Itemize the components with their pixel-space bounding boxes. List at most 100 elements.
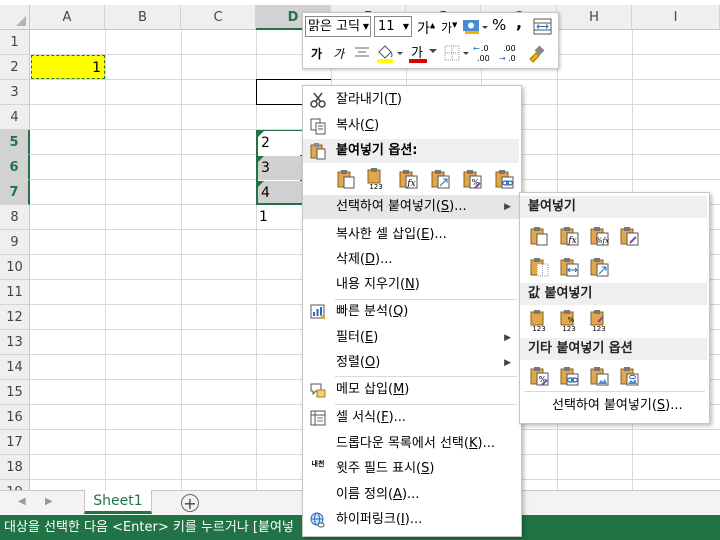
menu-item-show-phonetic[interactable]: 내천 윗주 필드 표시(S) [303, 457, 519, 481]
paste-values-number-format-icon[interactable]: % 123 [558, 310, 580, 332]
grow-font-button[interactable]: 가▲ [417, 18, 435, 38]
menu-label-insert-comment: 메모 삽입 [336, 382, 388, 397]
paste-values-source-format-icon[interactable]: 123 [588, 310, 610, 332]
menu-item-clear-contents[interactable]: 내용 지우기(N) [303, 273, 519, 297]
paste-link-icon[interactable] [493, 168, 515, 190]
percent-style-button[interactable]: % [492, 16, 506, 34]
add-sheet-icon[interactable]: + [181, 494, 199, 512]
paste-formulas-icon[interactable]: fx [558, 225, 580, 247]
accelerator-key: A [393, 487, 402, 502]
paste-no-borders-icon[interactable] [528, 256, 550, 278]
paste-linked-picture-icon[interactable] [618, 365, 640, 387]
row-header-4[interactable]: 4 [0, 105, 30, 130]
accounting-format-button[interactable] [461, 17, 489, 37]
row-header-7[interactable]: 7 [0, 180, 30, 205]
accelerator-key: I [400, 512, 405, 527]
menu-item-pick-from-dropdown[interactable]: 드롭다운 목록에서 선택(K)... [303, 432, 519, 456]
scroll-right-icon[interactable]: ▶ [45, 496, 53, 507]
menu-item-paste-special[interactable]: 선택하여 붙여넣기(S)... ▶ [303, 195, 519, 219]
row-header-2[interactable]: 2 [0, 55, 30, 80]
paste-picture-icon[interactable] [588, 365, 610, 387]
row-header-10[interactable]: 10 [0, 255, 30, 280]
merge-center-button[interactable] [533, 17, 553, 37]
submenu-header-other-paste: 기타 붙여넣기 옵션 [520, 338, 707, 360]
menu-item-filter[interactable]: 필터(E) ▶ [303, 326, 519, 350]
column-header-c[interactable]: C [181, 5, 256, 30]
cell-d5[interactable]: 2 [258, 131, 302, 155]
paste-values-icon[interactable]: 123 [528, 310, 550, 332]
row-header-13[interactable]: 13 [0, 330, 30, 355]
paste-values-icon[interactable]: 123 [365, 168, 387, 190]
paste-formatting-icon[interactable]: % [461, 168, 483, 190]
menu-item-delete[interactable]: 삭제(D)... [303, 248, 519, 272]
menu-label-copy: 복사 [336, 118, 360, 133]
menu-label-insert-copied: 복사한 셀 삽입 [336, 227, 417, 242]
menu-item-insert-comment[interactable]: 메모 삽입(M) [303, 378, 519, 402]
column-header-h[interactable]: H [557, 5, 632, 30]
sheet-tab-sheet1[interactable]: Sheet1 [84, 490, 152, 514]
accelerator-key: E [421, 227, 430, 242]
row-header-6[interactable]: 6 [0, 155, 30, 180]
row-header-9[interactable]: 9 [0, 230, 30, 255]
shrink-font-button[interactable]: 가▼ [441, 19, 457, 36]
paste-transpose-icon[interactable] [429, 168, 451, 190]
row-header-12[interactable]: 12 [0, 305, 30, 330]
menu-item-copy[interactable]: 복사(C) [303, 114, 519, 138]
paste-icon[interactable] [528, 225, 550, 247]
font-color-button[interactable]: 가 [409, 42, 439, 64]
row-header-3[interactable]: 3 [0, 80, 30, 105]
italic-button[interactable]: 가 [333, 45, 344, 62]
paste-formatting-icon[interactable]: % [528, 365, 550, 387]
paste-icon[interactable] [335, 168, 357, 190]
error-indicator [258, 156, 264, 162]
menu-separator [335, 404, 517, 405]
menu-item-insert-copied-cells[interactable]: 복사한 셀 삽입(E)... [303, 223, 519, 247]
paste-formulas-icon[interactable]: fx [397, 168, 419, 190]
align-center-button[interactable] [353, 45, 371, 61]
font-name-dropdown[interactable]: 맑은 고딕 ▼ [305, 16, 371, 37]
row-header-5[interactable]: 5 [0, 130, 30, 155]
menu-item-define-name[interactable]: 이름 정의(A)... [303, 483, 519, 507]
row-header-16[interactable]: 16 [0, 405, 30, 430]
cell-d8[interactable]: 1 [256, 205, 302, 229]
row-header-15[interactable]: 15 [0, 380, 30, 405]
bold-button[interactable]: 가 [311, 45, 322, 62]
format-painter-button[interactable] [525, 43, 547, 65]
accelerator-key: C [365, 118, 375, 133]
scroll-left-icon[interactable]: ◀ [18, 496, 26, 507]
menu-item-format-cells[interactable]: 셀 서식(F)... [303, 406, 519, 430]
increase-decimal-button[interactable]: ← .0 .00 [473, 43, 495, 65]
status-text: 대상을 선택한 다음 <Enter> 키를 누르거나 [붙여넣 [4, 520, 294, 535]
paste-keep-source-format-icon[interactable] [618, 225, 640, 247]
fill-color-button[interactable] [375, 42, 405, 64]
column-header-a[interactable]: A [30, 5, 105, 30]
paste-formulas-number-format-icon[interactable]: %fx [588, 225, 610, 247]
font-color-swatch [409, 59, 427, 63]
row-header-8[interactable]: 8 [0, 205, 30, 230]
comma-style-button[interactable]: , [516, 13, 522, 32]
row-header-11[interactable]: 11 [0, 280, 30, 305]
row-header-19[interactable]: 19 [0, 480, 30, 490]
column-header-b[interactable]: B [105, 5, 181, 30]
font-size-dropdown[interactable]: 11 ▼ [374, 16, 412, 37]
menu-item-hyperlink[interactable]: 하이퍼링크(I)... [303, 508, 519, 532]
cell-d6[interactable]: 3 [258, 156, 302, 180]
paste-keep-column-width-icon[interactable] [558, 256, 580, 278]
column-header-i[interactable]: I [632, 5, 720, 30]
row-header-18[interactable]: 18 [0, 455, 30, 480]
row-header-1[interactable]: 1 [0, 30, 30, 55]
row-header-17[interactable]: 17 [0, 430, 30, 455]
accelerator-key: O [365, 355, 376, 370]
cell-a2[interactable]: 1 [31, 55, 105, 79]
menu-item-sort[interactable]: 정렬(O) ▶ [303, 351, 519, 375]
borders-button[interactable] [443, 44, 471, 64]
row-header-14[interactable]: 14 [0, 355, 30, 380]
paste-transpose-icon[interactable] [588, 256, 610, 278]
paste-link-icon[interactable] [558, 365, 580, 387]
cell-d7[interactable]: 4 [258, 181, 302, 203]
select-all-corner[interactable] [0, 5, 30, 30]
menu-item-cut[interactable]: 잘라내기(T) [303, 88, 519, 112]
submenu-item-paste-special[interactable]: 선택하여 붙여넣기(S)... [520, 394, 707, 418]
menu-item-quick-analysis[interactable]: 빠른 분석(Q) [303, 300, 519, 324]
decrease-decimal-button[interactable]: .00 → .0 [499, 43, 521, 65]
